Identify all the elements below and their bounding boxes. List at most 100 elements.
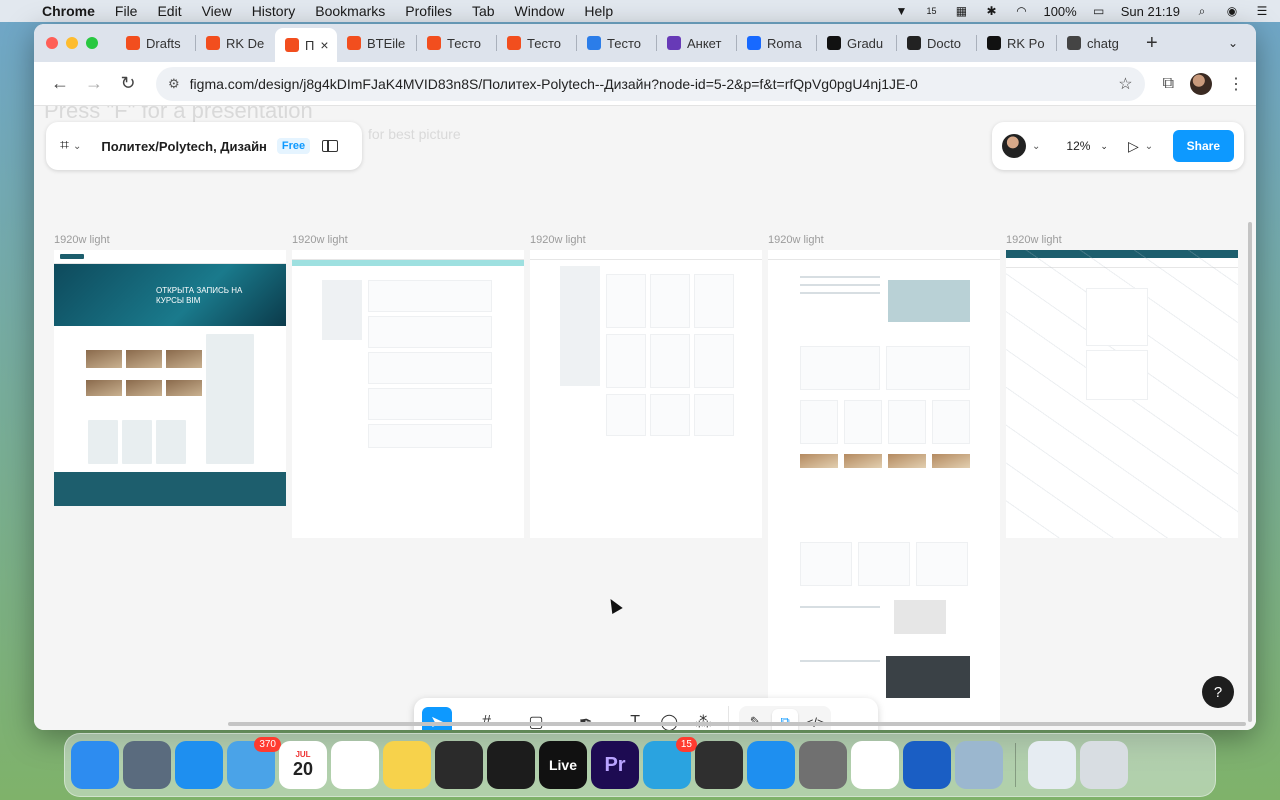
browser-tab[interactable]: Тесто xyxy=(497,28,576,58)
browser-tab[interactable]: RK Po xyxy=(977,28,1056,58)
battery-icon[interactable]: ▭ xyxy=(1091,4,1107,18)
frame-tool-icon[interactable]: # xyxy=(472,707,502,730)
dock-obs-icon[interactable] xyxy=(435,741,483,789)
pen-tool-icon[interactable]: ✒ xyxy=(571,707,601,730)
menu-profiles[interactable]: Profiles xyxy=(405,3,452,19)
menu-help[interactable]: Help xyxy=(584,3,613,19)
new-tab-button[interactable]: + xyxy=(1146,32,1158,55)
clock[interactable]: Sun 21:19 xyxy=(1121,4,1180,19)
dock-system-settings-icon[interactable] xyxy=(799,741,847,789)
dock-photos-icon[interactable] xyxy=(331,741,379,789)
control-center-icon[interactable]: ☰ xyxy=(1254,4,1270,18)
dock-live-icon[interactable]: Live xyxy=(539,741,587,789)
sidebar-toggle-icon[interactable] xyxy=(322,140,339,152)
vertical-scrollbar[interactable] xyxy=(1248,222,1252,722)
browser-tab[interactable]: Docto xyxy=(897,28,976,58)
more-menu-icon[interactable]: ⋮ xyxy=(1228,74,1244,94)
dock-xcode-like-icon[interactable] xyxy=(487,741,535,789)
flag-icon[interactable]: ▦ xyxy=(953,4,969,18)
search-icon[interactable]: ⌕ xyxy=(1194,4,1210,18)
minimize-window-button[interactable] xyxy=(66,37,78,49)
resources-tool-icon[interactable]: ⁂ xyxy=(688,707,718,730)
present-icon[interactable]: ▷ xyxy=(1128,138,1139,155)
frame-catalog[interactable] xyxy=(292,250,524,538)
menu-history[interactable]: History xyxy=(252,3,296,19)
design-mode-icon[interactable]: ⧉ xyxy=(772,709,799,730)
dock-app-store-icon[interactable] xyxy=(747,741,795,789)
file-name[interactable]: Политех/Polytech, Дизайн xyxy=(101,139,267,154)
help-button[interactable]: ? xyxy=(1202,676,1234,708)
menu-bookmarks[interactable]: Bookmarks xyxy=(315,3,385,19)
frame-label[interactable]: 1920w light xyxy=(1006,234,1062,246)
dock-downloads-stack-icon[interactable] xyxy=(1028,741,1076,789)
dock-calendar-icon[interactable]: JUL 20 xyxy=(279,741,327,789)
dock-finder-icon[interactable] xyxy=(71,741,119,789)
dock-word-icon[interactable] xyxy=(903,741,951,789)
chevron-down-icon[interactable]: ⌄ xyxy=(73,141,81,152)
notification-icon[interactable]: 15 xyxy=(923,4,939,18)
close-tab-icon[interactable]: × xyxy=(320,37,328,53)
browser-tab[interactable]: Тесто xyxy=(417,28,496,58)
dev-mode-icon[interactable]: </> xyxy=(802,709,828,730)
site-settings-icon[interactable]: ⚙ xyxy=(168,76,180,92)
browser-tab[interactable]: Roma xyxy=(737,28,816,58)
text-tool-icon[interactable]: T xyxy=(620,707,650,730)
chevron-down-icon[interactable]: ⌄ xyxy=(1145,141,1153,152)
bookmark-star-icon[interactable]: ☆ xyxy=(1118,74,1132,94)
browser-tab[interactable]: Тесто xyxy=(577,28,656,58)
address-bar[interactable]: ⚙ figma.com/design/j8g4kDImFJaK4MVID83n8… xyxy=(156,66,1145,101)
frame-login[interactable] xyxy=(1006,250,1238,538)
bluetooth-icon[interactable]: ✱ xyxy=(983,4,999,18)
chevron-down-icon[interactable]: ⌄ xyxy=(1032,141,1040,152)
frame-label[interactable]: 1920w light xyxy=(292,234,348,246)
dock-premiere-icon[interactable]: Pr xyxy=(591,741,639,789)
siri-icon[interactable]: ◉ xyxy=(1224,4,1240,18)
figma-canvas[interactable]: Press "F" for a presentation for best pi… xyxy=(34,106,1256,730)
menu-view[interactable]: View xyxy=(202,3,232,19)
dock-safari-icon[interactable] xyxy=(175,741,223,789)
browser-tab[interactable]: Drafts xyxy=(116,28,195,58)
extensions-icon[interactable]: ⧉ xyxy=(1163,75,1174,93)
dock-trash-icon[interactable] xyxy=(1080,741,1128,789)
menu-app-name[interactable]: Chrome xyxy=(42,3,95,19)
forward-button[interactable]: → xyxy=(80,70,108,98)
frame-course-page[interactable] xyxy=(768,250,1000,730)
dock-launchpad-icon[interactable] xyxy=(123,741,171,789)
figma-menu-icon[interactable]: ⌗ xyxy=(60,137,69,155)
menu-edit[interactable]: Edit xyxy=(157,3,181,19)
comment-tool-icon[interactable]: ◯ xyxy=(654,707,684,730)
zoom-control[interactable]: 12% ⌄ xyxy=(1060,135,1114,157)
dock-preview-icon[interactable] xyxy=(955,741,1003,789)
frame-catalog-grid[interactable] xyxy=(530,250,762,538)
dock-mail-icon[interactable]: 370 xyxy=(227,737,281,789)
frame-home[interactable]: ОТКРЫТА ЗАПИСЬ НА КУРСЫ BIM xyxy=(54,250,286,506)
share-button[interactable]: Share xyxy=(1172,130,1234,162)
wifi-icon[interactable]: ◠ xyxy=(1013,4,1029,18)
frame-label[interactable]: 1920w light xyxy=(54,234,110,246)
menu-file[interactable]: File xyxy=(115,3,138,19)
frame-label[interactable]: 1920w light xyxy=(768,234,824,246)
close-window-button[interactable] xyxy=(46,37,58,49)
dock-chrome-icon[interactable] xyxy=(851,741,899,789)
apple-icon[interactable] xyxy=(10,3,26,19)
tab-search-button[interactable]: ⌄ xyxy=(1220,31,1246,55)
browser-tab[interactable]: chatg xyxy=(1057,28,1136,58)
profile-avatar[interactable] xyxy=(1190,72,1212,95)
browser-tab[interactable]: П × xyxy=(275,28,337,62)
menu-tab[interactable]: Tab xyxy=(472,3,495,19)
browser-tab[interactable]: RK De xyxy=(196,28,275,58)
url-text[interactable]: figma.com/design/j8g4kDImFJaK4MVID83n8S/… xyxy=(190,76,1119,92)
vpn-icon[interactable]: ▼ xyxy=(893,4,909,18)
horizontal-scrollbar[interactable] xyxy=(228,722,1246,726)
move-tool-icon[interactable]: ➤ xyxy=(422,707,452,730)
browser-tab[interactable]: Gradu xyxy=(817,28,896,58)
fullscreen-window-button[interactable] xyxy=(86,37,98,49)
plan-badge[interactable]: Free xyxy=(276,138,311,154)
dock-telegram-icon[interactable]: 15 xyxy=(643,737,697,789)
draw-mode-icon[interactable]: ✎ xyxy=(742,709,768,730)
frame-label[interactable]: 1920w light xyxy=(530,234,586,246)
reload-button[interactable]: ↻ xyxy=(114,70,142,98)
browser-tab[interactable]: BTEile xyxy=(337,28,416,58)
dock-whatsapp-icon[interactable] xyxy=(695,741,743,789)
user-avatar[interactable] xyxy=(1002,134,1026,158)
